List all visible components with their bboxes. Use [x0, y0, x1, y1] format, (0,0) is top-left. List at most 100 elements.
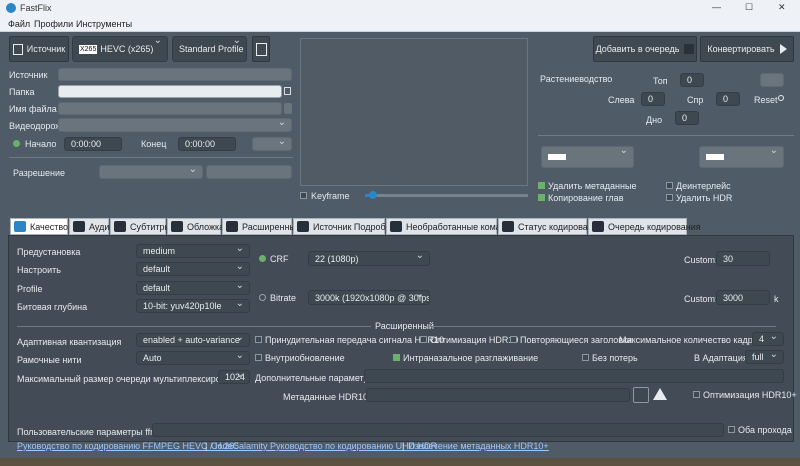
tab-audio[interactable]: Аудио — [69, 218, 114, 235]
crop-auto-button[interactable] — [760, 73, 784, 87]
max-ref-select[interactable]: 4 — [752, 332, 784, 346]
crf-select[interactable]: 22 (1080p) — [308, 251, 430, 266]
folder-browse-icon[interactable] — [284, 87, 291, 95]
preview-slider-handle[interactable] — [369, 191, 377, 199]
lossless-checkbox[interactable] — [582, 354, 589, 361]
remove-metadata-checkbox[interactable] — [538, 182, 545, 189]
two-pass-checkbox[interactable] — [728, 426, 735, 433]
b-adapt-select[interactable]: full — [745, 350, 784, 364]
repeat-headers-checkbox[interactable] — [510, 336, 517, 343]
aq-label: Адаптивная квантизация — [17, 337, 122, 347]
ffmpeg-params-label: Пользовательские параметры ffmpeg — [17, 427, 173, 437]
hdr10-signal-checkbox[interactable] — [255, 336, 262, 343]
bitrate-custom-field[interactable]: 3000 — [716, 290, 770, 305]
folder-field[interactable] — [58, 85, 282, 98]
end-time-field[interactable]: 0:00:00 — [178, 137, 236, 151]
extra-params-field[interactable] — [364, 369, 784, 383]
lossless-label: Без потерь — [592, 353, 638, 363]
filename-label: Имя файла — [9, 104, 57, 114]
bitrate-select[interactable]: 3000k (1920x1080p @ 30fps) — [308, 290, 430, 305]
crf-radio[interactable] — [259, 255, 266, 262]
crop-bottom-field[interactable]: 0 — [675, 111, 699, 125]
queue-add-icon — [684, 44, 695, 54]
profile-level-select[interactable]: default — [136, 281, 250, 295]
bitdepth-select[interactable]: 10-bit: yuv420p10le — [136, 299, 250, 313]
hdr10-meta-field[interactable] — [366, 388, 630, 402]
crop-left-field[interactable]: 0 — [641, 92, 665, 106]
preview-slider[interactable] — [365, 191, 528, 199]
flip-select[interactable] — [699, 146, 784, 168]
crop-top-field[interactable]: 0 — [680, 73, 704, 87]
tab-quality[interactable]: Качество — [10, 218, 68, 235]
crf-custom-field[interactable]: 30 — [716, 251, 770, 266]
encoder-select[interactable]: X265 HEVC (x265) — [72, 36, 168, 62]
reset-icon[interactable] — [778, 95, 784, 101]
menu-file[interactable]: Файл — [8, 19, 30, 29]
preset-select[interactable]: medium — [136, 244, 250, 258]
menu-profiles[interactable]: Профили — [34, 19, 73, 29]
source-field[interactable] — [58, 68, 292, 81]
intra-smoothing-label: Интраназальное разглаживание — [403, 353, 539, 363]
tab-encoding-status[interactable]: Статус кодирования — [498, 218, 603, 235]
tab-raw-commands[interactable]: Необработанные команды — [386, 218, 518, 235]
start-time-field[interactable]: 0:00:00 — [64, 137, 122, 151]
add-to-queue-button[interactable]: Добавить в очередь — [593, 36, 697, 62]
link-separator-1: | — [205, 441, 208, 451]
bitrate-custom-label: Custom: — [684, 294, 718, 304]
profile-select[interactable]: Standard Profile — [172, 36, 247, 62]
crop-reset-label[interactable]: Reset — [754, 95, 778, 105]
advanced-divider-left — [17, 326, 371, 327]
close-button[interactable]: ✕ — [778, 2, 786, 13]
tab-cover[interactable]: Обложка — [167, 218, 224, 235]
tab-encoding-queue[interactable]: Очередь кодирования — [588, 218, 701, 235]
cover-icon — [171, 221, 183, 232]
mux-queue-label: Максимальный размер очереди мультиплекси… — [17, 374, 246, 384]
aq-select[interactable]: enabled + auto-variance — [136, 333, 250, 347]
convert-button[interactable]: Конвертировать — [700, 36, 794, 62]
deinterlace-checkbox[interactable] — [666, 182, 673, 189]
bitrate-unit: k — [774, 294, 779, 304]
tab-advanced[interactable]: Расширенный — [222, 218, 301, 235]
crop-right-field[interactable]: 0 — [716, 92, 740, 106]
hdr10-extract-link[interactable]: Извлечение метаданных HDR10+ — [408, 441, 549, 451]
tab-source-details[interactable]: Источник Подробнее — [293, 218, 401, 235]
menu-tools[interactable]: Инструменты — [76, 19, 132, 29]
hdr10-opt-label: Оптимизация HDR10 — [430, 335, 519, 345]
queue-icon — [592, 221, 604, 232]
intra-refresh-checkbox[interactable] — [255, 354, 262, 361]
resolution-custom-field[interactable] — [206, 165, 292, 179]
link-separator-2: | — [402, 441, 405, 451]
source-button[interactable]: Источник — [9, 36, 69, 62]
repeat-headers-label: Повторяющиеся заголовки — [520, 335, 633, 345]
copy-chapters-checkbox[interactable] — [538, 194, 545, 201]
video-track-label: Видеодорож — [9, 121, 62, 131]
filename-field[interactable] — [58, 102, 282, 115]
resolution-select[interactable] — [99, 165, 203, 179]
gears-icon — [226, 221, 238, 232]
app-logo-icon — [6, 3, 16, 13]
keyframe-checkbox[interactable] — [300, 192, 307, 199]
save-profile-button[interactable] — [252, 36, 270, 62]
minimize-button[interactable]: — — [712, 2, 721, 12]
rotate-preview-icon — [548, 154, 566, 160]
bitrate-radio[interactable] — [259, 294, 266, 301]
hdr10-meta-folder-icon[interactable] — [633, 387, 649, 403]
maximize-button[interactable]: ☐ — [745, 2, 753, 13]
source-label: Источник — [9, 70, 48, 80]
mux-queue-select[interactable]: 1024 — [218, 370, 250, 384]
intra-smoothing-checkbox[interactable] — [393, 354, 400, 361]
frame-threads-select[interactable]: Auto — [136, 351, 250, 365]
video-track-select[interactable] — [58, 118, 292, 132]
start-radio[interactable] — [13, 140, 20, 147]
remove-hdr-checkbox[interactable] — [666, 194, 673, 201]
hdr10-opt-checkbox[interactable] — [420, 336, 427, 343]
tune-select[interactable]: default — [136, 262, 250, 276]
hdr10-opt2-checkbox[interactable] — [693, 391, 700, 398]
rotate-select[interactable] — [541, 146, 634, 168]
title-bar: FastFlix — ☐ ✕ — [0, 0, 800, 17]
ffmpeg-params-field[interactable] — [152, 423, 724, 437]
bitdepth-label: Битовая глубина — [17, 302, 88, 312]
time-mode-select[interactable] — [252, 137, 292, 151]
tab-subtitles[interactable]: Субтитры — [110, 218, 171, 235]
remove-metadata-label: Удалить метаданные — [548, 181, 637, 191]
